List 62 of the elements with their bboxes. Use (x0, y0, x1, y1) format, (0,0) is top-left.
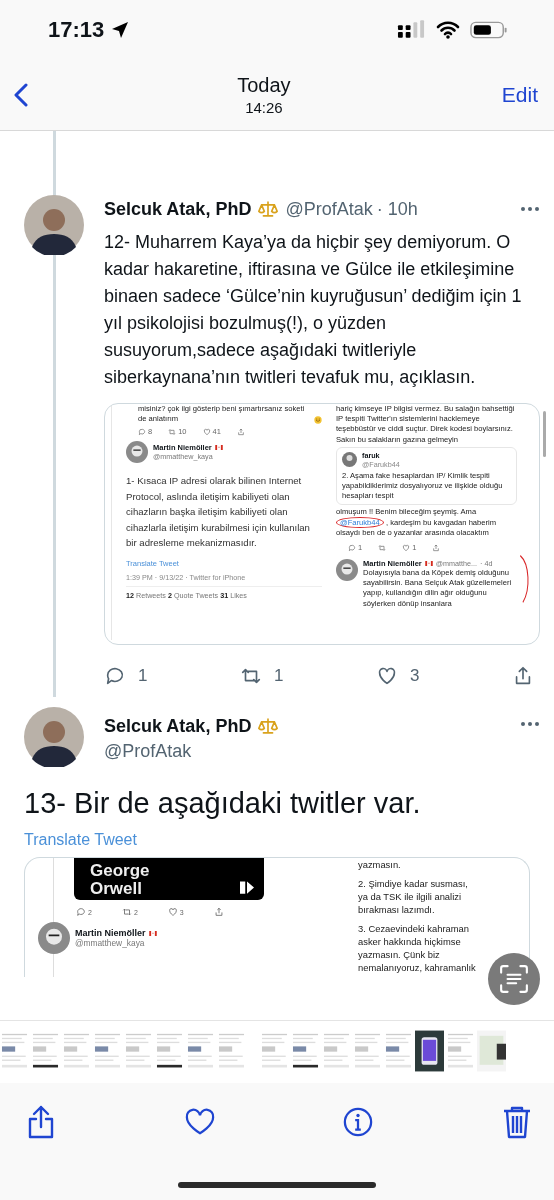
more-icon[interactable] (520, 206, 540, 212)
author-name[interactable]: Selcuk Atak, PhD (104, 198, 252, 220)
tweet-text: 2. Şimdiye kadar susması, ya da TSK ile ilgili analizi bırakması lazımdı. (358, 877, 469, 916)
action-count: 1 (274, 666, 284, 686)
translate-link[interactable]: Translate Tweet (24, 831, 137, 849)
more-icon[interactable] (520, 721, 540, 727)
tweet-text: 12- Muharrem Kaya’ya da hiçbir şey demiyorum. O kadar hakaretine, iftirasına ve Gülce ile etkileşimine binaen sadece ‘Gülce’nin kuyruğusun’ dediğim için 1 yıl psikolojisi bozulmuş(!), o yüzden susuyorum,sadece aşağıdaki twitleriyle siberkaynana’nın twitleri tevafuk mu, açıklasın. (104, 231, 523, 389)
wifi-icon (436, 21, 460, 39)
author-handle[interactable]: @ProfAtak (285, 198, 373, 220)
trash-icon[interactable] (501, 1105, 532, 1139)
embedded-screenshot[interactable] (24, 857, 530, 977)
flag-icon (214, 445, 223, 451)
annotation-line (519, 554, 532, 604)
like-icon[interactable] (202, 427, 211, 436)
avatar[interactable] (24, 707, 84, 767)
share-icon[interactable] (26, 1105, 56, 1139)
reply-icon[interactable] (76, 907, 86, 917)
tweet-time: · 10h (376, 198, 418, 220)
tweet-text: 13- Bir de aşağıdaki twitler var. (24, 786, 422, 821)
info-icon[interactable] (343, 1105, 374, 1139)
retweet-icon[interactable] (378, 543, 387, 552)
author-name: Martin Niemöller (75, 928, 146, 938)
edit-button[interactable]: Edit (495, 79, 544, 111)
chevron-left-icon (14, 82, 28, 108)
nav-title: Today (237, 74, 291, 97)
book-title: George (90, 862, 150, 880)
tweet-text: 1- Kısaca IP adresi olarak bilinen Internet Protocol, aslında iletişim kabiliyeti olan cihazların başka iletişim kabiliyeti olan cihazlarla iletişim kurabilmesi için kullanılan bir adresleme mekanizmasıdır. (126, 474, 311, 551)
author-name[interactable]: Selcuk Atak, PhD (104, 716, 252, 737)
reply-icon[interactable] (138, 427, 146, 436)
avatar (38, 922, 70, 954)
like-icon[interactable] (402, 543, 411, 552)
avatar[interactable] (24, 195, 84, 255)
action-count: 3 (410, 666, 420, 686)
book-title: Orwell (90, 880, 143, 898)
retweet-icon[interactable] (168, 427, 177, 436)
tweet-text: yazmasın. (358, 858, 402, 871)
publisher-logo-icon (240, 881, 254, 894)
avatar (126, 441, 148, 464)
reply-icon[interactable] (348, 543, 356, 552)
author-handle[interactable]: @ProfAtak (104, 740, 280, 762)
location-arrow-icon (110, 20, 131, 40)
status-time: 17:13 (48, 17, 105, 43)
live-text-icon (499, 964, 529, 994)
flag-icon (424, 561, 433, 567)
battery-icon (470, 20, 508, 40)
retweet-icon[interactable] (121, 907, 132, 917)
like-icon[interactable] (167, 907, 178, 917)
signal-icon (397, 20, 426, 40)
action-count: 1 (138, 666, 148, 686)
live-text-button[interactable] (488, 953, 540, 1005)
smiley-icon (314, 416, 322, 425)
scales-icon (257, 717, 280, 736)
avatar (342, 452, 357, 468)
avatar (336, 559, 358, 582)
like-icon[interactable] (376, 665, 398, 687)
tweet-text: 3. Cezaevindeki kahraman asker hakkında hiçkimse yazmasın. Çünk biz nemalanıyoruz, kahramanlık (358, 922, 477, 974)
share-icon[interactable] (213, 907, 224, 917)
scales-icon (257, 199, 280, 219)
nav-subtitle: 14:26 (245, 99, 283, 116)
author-handle: @mmatthew_kaya (75, 938, 146, 948)
reply-icon[interactable] (104, 665, 126, 687)
flag-icon (148, 930, 157, 936)
